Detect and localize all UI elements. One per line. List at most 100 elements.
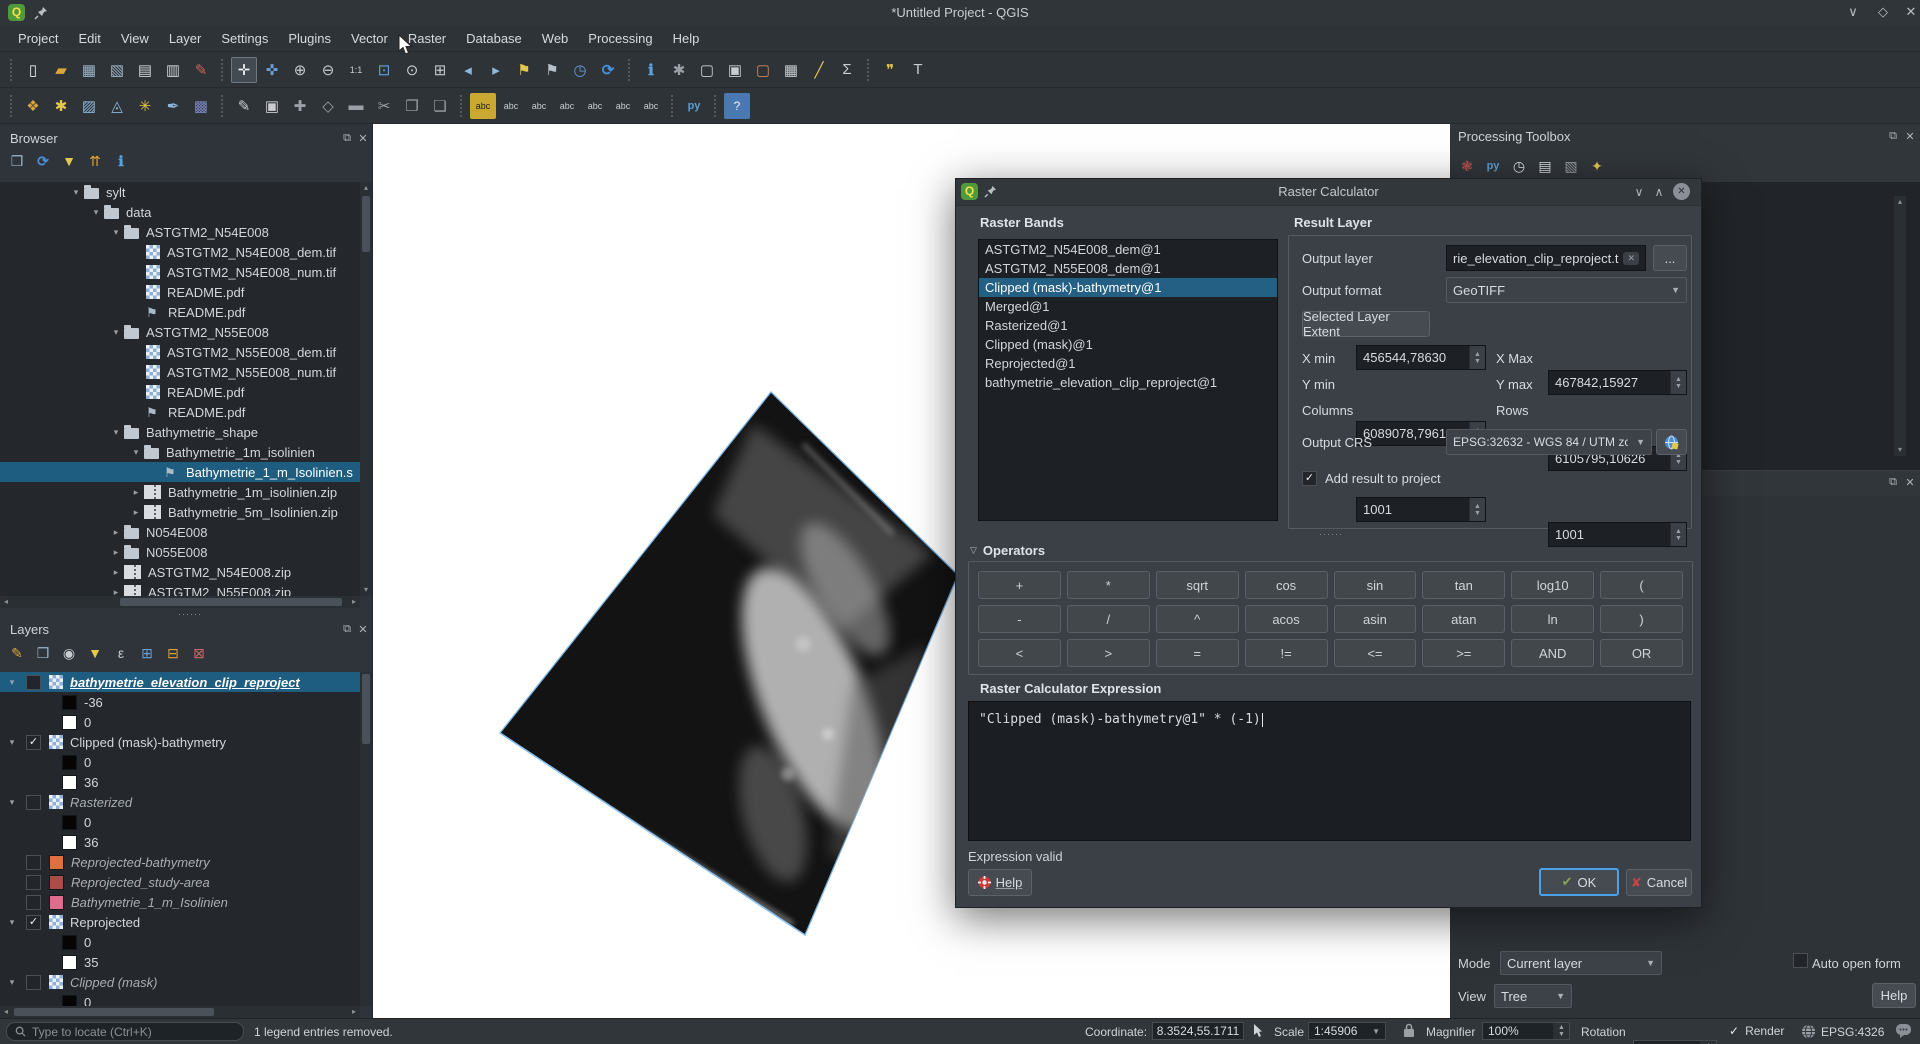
operator-button[interactable]: ) (1600, 605, 1683, 633)
browser-tree-item[interactable]: ASTGTM2_N54E008_num.tif (0, 262, 360, 282)
lock-scale-icon[interactable] (1403, 1023, 1415, 1038)
zoom-in-icon[interactable] (287, 57, 313, 83)
menu-item[interactable]: View (111, 28, 159, 49)
browser-tree-item[interactable]: README.pdf (0, 282, 360, 302)
toolbar-icon[interactable] (864, 59, 873, 81)
output-layer-field[interactable]: rie_elevation_clip_reproject.tif ✕ (1446, 245, 1646, 271)
layer-item[interactable]: Reprojected-bathymetry (0, 852, 360, 872)
layer-checkbox[interactable] (26, 895, 41, 910)
expand-arrow-icon[interactable] (108, 427, 124, 438)
layer-item[interactable]: 0 (0, 992, 360, 1006)
add-selected-layers-icon[interactable] (6, 150, 28, 172)
browser-tree-item[interactable]: N054E008 (0, 522, 360, 542)
filter-by-expression-icon[interactable] (110, 642, 132, 664)
expand-arrow-icon[interactable] (128, 487, 144, 498)
band-item[interactable]: Rasterized@1 (979, 316, 1277, 335)
label-move-icon[interactable] (582, 93, 608, 119)
operator-button[interactable]: sin (1334, 571, 1417, 599)
float-panel-icon[interactable]: ⧉ (1886, 130, 1900, 143)
expand-arrow-icon[interactable] (4, 737, 20, 748)
label-rotate-icon[interactable] (610, 93, 636, 119)
label-change-icon[interactable] (638, 93, 664, 119)
output-crs-combo[interactable]: EPSG:32632 - WGS 84 / UTM zo▼ (1446, 429, 1652, 455)
expand-arrow-icon[interactable] (108, 527, 124, 538)
band-item[interactable]: ASTGTM2_N55E008_dem@1 (979, 259, 1277, 278)
layer-item[interactable]: Bathymetrie_1_m_Isolinien (0, 892, 360, 912)
deselect-features-icon[interactable] (750, 57, 776, 83)
ok-button[interactable]: ✔ OK (1539, 868, 1619, 896)
browser-tree-item[interactable]: Bathymetrie_1_m_Isolinien.s (0, 462, 360, 482)
remove-layer-icon[interactable] (188, 642, 210, 664)
expression-editor[interactable]: "Clipped (mask)-bathymetry@1" * (-1) (968, 701, 1691, 841)
expand-arrow-icon[interactable] (128, 447, 144, 458)
model-designer-icon[interactable] (1456, 155, 1478, 177)
operator-button[interactable]: > (1067, 639, 1150, 667)
zoom-next-icon[interactable] (483, 57, 509, 83)
browser-tree-item[interactable]: README.pdf (0, 382, 360, 402)
menu-item[interactable]: Settings (211, 28, 278, 49)
delete-selected-icon[interactable] (343, 93, 369, 119)
operator-button[interactable]: AND (1511, 639, 1594, 667)
browser-tree-item[interactable]: ASTGTM2_N54E008.zip (0, 562, 360, 582)
save-edits-icon[interactable] (259, 93, 285, 119)
locator-search[interactable]: Type to locate (Ctrl+K) (6, 1022, 244, 1041)
raster-bands-list[interactable]: ASTGTM2_N54E008_dem@1 ASTGTM2_N55E008_de… (978, 239, 1278, 521)
rotation-field[interactable]: 0,0 °▲▼ (1633, 1040, 1717, 1044)
close-panel-icon[interactable]: ✕ (1903, 130, 1917, 143)
paste-features-icon[interactable] (427, 93, 453, 119)
layer-item[interactable]: Rasterized (0, 792, 360, 812)
clear-field-icon[interactable]: ✕ (1623, 252, 1639, 265)
save-project-as-icon[interactable] (104, 57, 130, 83)
layers-hscrollbar[interactable]: ◂ ▸ (0, 1006, 360, 1018)
temporal-controller-icon[interactable] (567, 57, 593, 83)
browser-tree-item[interactable]: Bathymetrie_shape (0, 422, 360, 442)
layer-item[interactable]: 35 (0, 952, 360, 972)
band-item[interactable]: Merged@1 (979, 297, 1277, 316)
browser-tree-item[interactable]: ASTGTM2_N55E008.zip (0, 582, 360, 596)
menu-item[interactable]: Layer (159, 28, 212, 49)
messages-icon[interactable] (1895, 1023, 1912, 1039)
menu-item[interactable]: Processing (578, 28, 662, 49)
selected-layer-extent-button[interactable]: Selected Layer Extent (1302, 311, 1430, 337)
browser-hscrollbar[interactable]: ◂ ▸ (0, 596, 360, 608)
rows-field[interactable]: 1001▲▼ (1548, 522, 1687, 547)
browser-tree-item[interactable]: README.pdf (0, 402, 360, 422)
coordinate-field[interactable]: 8.3524,55.1711 (1152, 1022, 1244, 1040)
operator-button[interactable]: sqrt (1156, 571, 1239, 599)
browser-tree-item[interactable]: N055E008 (0, 542, 360, 562)
add-spatialite-layer-icon[interactable] (160, 93, 186, 119)
layer-item[interactable]: -36 (0, 692, 360, 712)
show-bookmarks-icon[interactable] (539, 57, 565, 83)
menu-item[interactable]: Plugins (278, 28, 341, 49)
browser-tree-item[interactable]: README.pdf (0, 302, 360, 322)
pan-to-selection-icon[interactable] (259, 57, 285, 83)
float-panel-icon[interactable]: ⧉ (1886, 476, 1900, 489)
columns-field[interactable]: 1001▲▼ (1356, 497, 1486, 522)
dialog-title-bar[interactable]: Q Raster Calculator ∨ ∧ ✕ (956, 179, 1701, 206)
open-project-icon[interactable] (48, 57, 74, 83)
band-item[interactable]: Clipped (mask)-bathymetry@1 (979, 278, 1277, 297)
browser-tree-item[interactable]: Bathymetrie_1m_isolinien (0, 442, 360, 462)
manage-map-themes-icon[interactable] (58, 642, 80, 664)
operator-button[interactable]: + (978, 571, 1061, 599)
identify-help-button[interactable]: Help (1872, 983, 1916, 1008)
browser-tree-item[interactable]: Bathymetrie_5m_Isolinien.zip (0, 502, 360, 522)
layer-checkbox[interactable] (26, 795, 41, 810)
band-item[interactable]: Clipped (mask)@1 (979, 335, 1277, 354)
auto-open-form-checkbox[interactable] (1793, 953, 1808, 968)
layers-vscrollbar[interactable] (360, 672, 372, 1006)
expand-arrow-icon[interactable] (128, 507, 144, 518)
vertex-tool-icon[interactable] (315, 93, 341, 119)
layer-item[interactable]: 0 (0, 712, 360, 732)
layer-item[interactable]: 36 (0, 772, 360, 792)
dialog-close-icon[interactable]: ✕ (1673, 183, 1690, 200)
output-format-combo[interactable]: GeoTIFF▼ (1446, 277, 1687, 303)
band-item[interactable]: Reprojected@1 (979, 354, 1277, 373)
layout-manager-icon[interactable] (160, 57, 186, 83)
render-toggle[interactable]: ✓ Render (1729, 1024, 1784, 1038)
dialog-shade-icon[interactable]: ∨ (1632, 185, 1646, 199)
render-checkbox[interactable]: ✓ (1729, 1024, 1739, 1038)
select-crs-button[interactable] (1656, 429, 1687, 455)
toolbar-icon[interactable] (218, 59, 227, 81)
float-panel-icon[interactable]: ⧉ (340, 623, 354, 636)
